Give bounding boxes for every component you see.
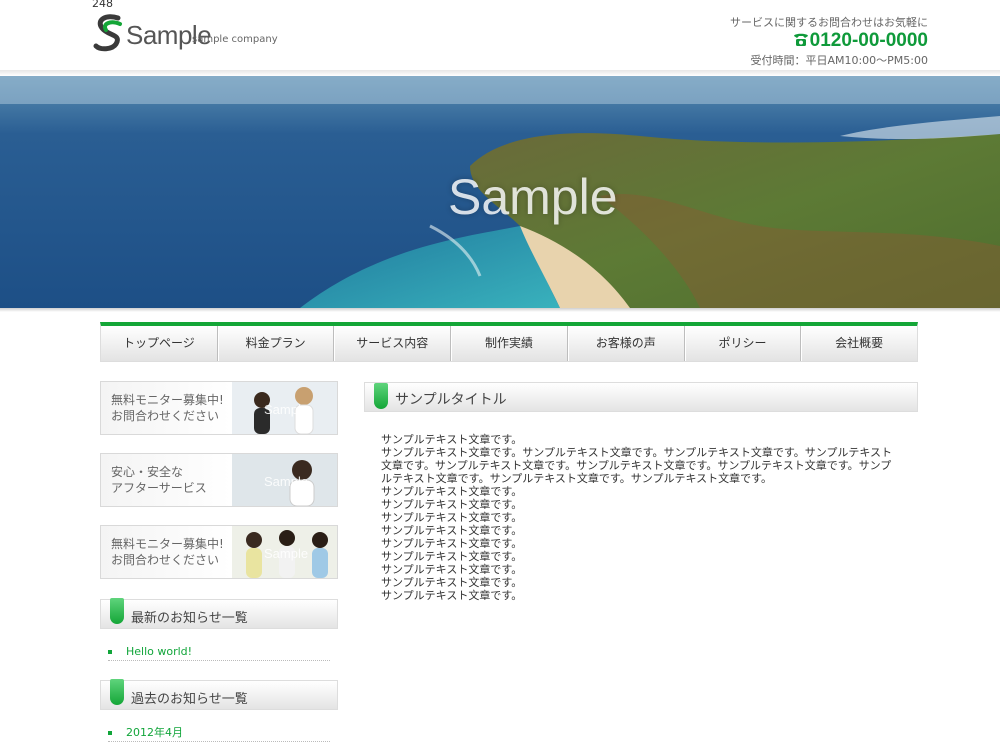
contact-phone[interactable]: 0120-00-0000 — [730, 30, 928, 52]
site-header: 248 Sample sample company サービスに関するお問合わせは… — [0, 0, 1000, 72]
sidebar-banner-monitor-1[interactable]: 無料モニター募集中! お問合わせください Sample — [100, 381, 338, 435]
logo-s-mark-icon — [93, 14, 122, 52]
logo-subtitle: sample company — [192, 34, 278, 45]
body-paragraph: サンプルテキスト文章です。 — [381, 589, 523, 602]
nav-item-services[interactable]: サービス内容 — [334, 326, 452, 361]
banner-line1: 無料モニター募集中! — [111, 393, 224, 407]
nav-item-company[interactable]: 会社概要 — [801, 326, 917, 361]
latest-news-heading: 最新のお知らせ一覧 — [100, 598, 338, 629]
banner-line2: お問合わせください — [111, 553, 220, 567]
contact-hours: 受付時間：平日AM10:00～PM5:00 — [750, 54, 928, 67]
body-paragraph: サンプルテキスト文章です。 — [381, 485, 523, 498]
hero-caption: Sample — [448, 169, 618, 225]
banner-image-caption: Sample — [264, 546, 309, 561]
banner-image-caption: Sample — [264, 402, 309, 417]
heading-marker-icon — [110, 679, 124, 705]
main-title-bar: サンプルタイトル — [364, 382, 918, 412]
archive-list: 2012年4月 — [108, 724, 330, 742]
archive-heading-text: 過去のお知らせ一覧 — [131, 692, 248, 707]
sidebar-banner-monitor-2[interactable]: 無料モニター募集中! お問合わせください Sample — [100, 525, 338, 579]
archive-heading: 過去のお知らせ一覧 — [100, 679, 338, 710]
latest-news-list: Hello world! — [108, 643, 330, 661]
hero-banner: Sample — [0, 76, 1000, 308]
banner-line1: 無料モニター募集中! — [111, 537, 224, 551]
hero-bottom-shadow — [0, 308, 1000, 312]
body-paragraph: サンプルテキスト文章です。 — [381, 537, 523, 550]
latest-news-item[interactable]: Hello world! — [108, 643, 330, 661]
nav-item-policy[interactable]: ポリシー — [685, 326, 802, 361]
page-counter: 248 — [92, 0, 113, 10]
nav-item-pricing[interactable]: 料金プラン — [218, 326, 335, 361]
banner-text: 無料モニター募集中! お問合わせください — [111, 536, 224, 568]
nav-item-works[interactable]: 制作実績 — [451, 326, 568, 361]
body-paragraph: サンプルテキスト文章です。 — [381, 498, 523, 511]
site-logo[interactable]: Sample sample company — [92, 12, 282, 56]
body-paragraph: サンプルテキスト文章です。 — [381, 511, 523, 524]
contact-block: サービスに関するお問合わせはお気軽に 0120-00-0000 受付時間：平日A… — [730, 14, 928, 68]
nav-item-testimonials[interactable]: お客様の声 — [568, 326, 685, 361]
latest-news-heading-text: 最新のお知らせ一覧 — [131, 611, 248, 626]
banner-line1: 安心・安全な — [111, 465, 184, 479]
sidebar-banner-aftercare[interactable]: 安心・安全な アフターサービス Sample — [100, 453, 338, 507]
banner-text: 無料モニター募集中! お問合わせください — [111, 392, 224, 424]
banner-line2: お問合わせください — [111, 409, 220, 423]
banner-image-caption: Sample — [264, 474, 309, 489]
body-paragraph: サンプルテキスト文章です。 — [381, 433, 523, 446]
body-paragraph: サンプルテキスト文章です。 — [381, 563, 523, 576]
body-paragraph: サンプルテキスト文章です。 — [381, 524, 523, 537]
banner-line2: アフターサービス — [111, 481, 207, 495]
contact-lead: サービスに関するお問合わせはお気軽に — [730, 16, 928, 29]
body-paragraph: サンプルテキスト文章です。 — [381, 550, 523, 563]
archive-item[interactable]: 2012年4月 — [108, 724, 330, 742]
contact-phone-number: 0120-00-0000 — [809, 30, 928, 51]
global-navigation: トップページ 料金プラン サービス内容 制作実績 お客様の声 ポリシー 会社概要 — [100, 322, 918, 362]
banner-text: 安心・安全な アフターサービス — [111, 464, 207, 496]
main-title: サンプルタイトル — [395, 392, 507, 408]
main-content: サンプルテキスト文章です。 サンプルテキスト文章です。サンプルテキスト文章です。… — [381, 433, 901, 602]
body-paragraph: サンプルテキスト文章です。 — [381, 576, 523, 589]
nav-item-top[interactable]: トップページ — [101, 326, 218, 361]
heading-marker-icon — [110, 598, 124, 624]
heading-marker-icon — [374, 383, 388, 409]
telephone-icon — [793, 33, 808, 46]
body-paragraph: サンプルテキスト文章です。サンプルテキスト文章です。サンプルテキスト文章です。サ… — [381, 446, 893, 485]
